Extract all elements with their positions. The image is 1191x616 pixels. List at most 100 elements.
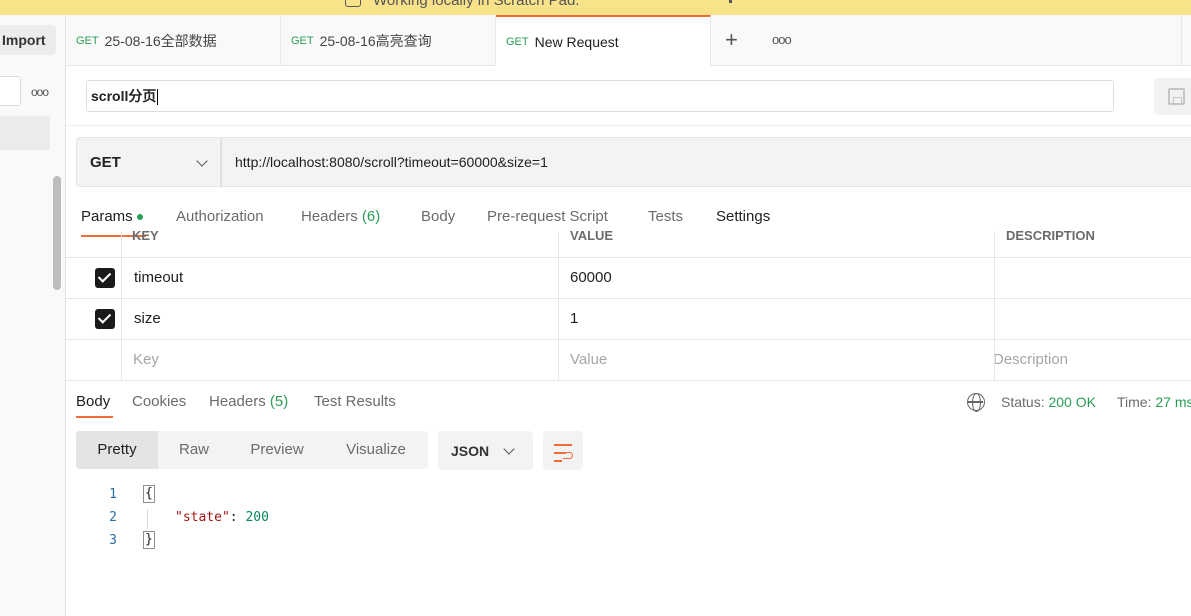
response-status[interactable]: Status: 200 OK [1001,394,1096,410]
sidebar-selected-item[interactable] [0,116,50,150]
code-line: "state": 200 [175,510,269,525]
tab-label: New Request [534,34,619,50]
response-tabs: Body Cookies Headers (5) Test Results St… [66,380,1191,418]
format-value: JSON [451,442,490,459]
save-button[interactable] [1154,78,1191,115]
code-line: { [143,485,155,503]
request-name-text: scroll分页 [91,88,157,104]
banner-text: Working locally in Scratch Pad. [373,0,580,9]
response-headers-count: (5) [269,393,289,410]
text-caret [157,89,159,106]
tab-more-icon[interactable]: ooo [772,32,792,47]
globe-icon[interactable] [967,393,985,412]
tab-headers-label: Headers [301,208,358,225]
json-colon: : [229,510,246,525]
request-name-input[interactable]: scroll分页 [86,80,1114,112]
sidebar: Import ooo [0,15,66,616]
tab-25-08-16-highlight-query[interactable]: GET 25-08-16高亮查询 [281,15,496,66]
json-key: "state" [175,510,230,525]
banner-message: Working locally in Scratch Pad. [345,0,579,9]
preview-button[interactable]: Preview [230,431,324,469]
view-mode-group: Pretty Raw Preview Visualize [76,431,428,469]
params-indicator-dot [136,214,143,221]
tab-body[interactable]: Body [421,208,455,225]
param-value-placeholder[interactable]: Value [570,351,607,368]
active-tab-underline [76,416,113,418]
column-divider [121,231,122,381]
headers-count: (6) [361,208,381,225]
tab-headers[interactable]: Headers (6) [301,208,380,225]
tab-params[interactable]: Params [81,208,143,225]
param-checkbox[interactable] [95,309,115,329]
raw-button[interactable]: Raw [158,431,230,469]
tab-authorization[interactable]: Authorization [176,208,264,225]
param-value[interactable]: 1 [570,310,578,327]
tab-method: GET [506,36,529,48]
open-brace: { [143,485,155,503]
tab-label: 25-08-16高亮查询 [319,32,432,49]
column-divider [994,231,995,381]
wrap-lines-icon-hook [563,452,573,459]
format-select[interactable]: JSON [438,431,533,470]
tab-label: 25-08-16全部数据 [104,32,217,49]
column-header-description: DESCRIPTION [1006,231,1095,243]
tab-params-label: Params [81,208,133,225]
param-value[interactable]: 60000 [570,269,612,286]
visualize-button[interactable]: Visualize [324,431,428,469]
tab-response-headers[interactable]: Headers (5) [209,393,288,410]
sidebar-scrollbar[interactable] [53,176,61,290]
tab-method: GET [76,34,99,47]
divider [66,125,1191,126]
new-tab-plus-icon[interactable]: + [725,27,738,53]
tab-new-request[interactable]: GET New Request [496,15,711,67]
time-value: 27 ms [1155,394,1191,410]
param-key[interactable]: size [134,310,161,327]
tab-settings[interactable]: Settings [716,208,770,225]
params-table: KEY VALUE DESCRIPTION timeout 60000 size… [66,231,1191,381]
chevron-down-icon [196,155,208,167]
response-body-viewer[interactable]: 1 2 3 { "state": 200 } [66,484,566,554]
code-line: } [143,531,155,549]
response-time[interactable]: Time: 27 ms [1117,394,1191,410]
column-header-value: VALUE [570,231,614,243]
param-key-placeholder[interactable]: Key [133,351,159,368]
tab-bar-divider [1181,15,1182,66]
sidebar-search-input[interactable] [0,76,21,106]
status-value: 200 OK [1048,394,1096,410]
import-button[interactable]: Import [0,25,56,55]
scratch-pad-banner: Working locally in Scratch Pad. [0,0,1191,15]
status-label: Status: [1001,394,1045,410]
wrap-lines-icon [554,444,572,446]
tab-response-cookies[interactable]: Cookies [132,393,186,410]
monitor-icon [345,0,361,8]
http-method-select[interactable]: GET [76,137,221,187]
url-input[interactable]: http://localhost:8080/scroll?timeout=600… [221,137,1191,187]
sidebar-more-icon[interactable]: ooo [31,85,49,99]
param-checkbox[interactable] [95,268,115,288]
table-row: timeout 60000 [66,257,1191,298]
tab-method: GET [291,34,314,47]
tab-tests[interactable]: Tests [648,208,683,225]
close-brace: } [143,531,155,549]
indent-guide [147,509,148,529]
request-tab-bar: GET 25-08-16全部数据 GET 25-08-16高亮查询 GET Ne… [66,15,1191,67]
url-text: http://localhost:8080/scroll?timeout=600… [235,154,548,170]
param-description-placeholder[interactable]: Description [993,351,1068,368]
table-row: size 1 [66,298,1191,339]
param-key[interactable]: timeout [134,269,183,286]
column-divider [558,231,559,381]
wrap-lines-button[interactable] [543,431,583,470]
tab-test-results[interactable]: Test Results [314,393,396,410]
table-row-new: Key Value Description [66,339,1191,380]
json-value: 200 [245,510,269,525]
line-number: 3 [109,533,117,548]
tab-response-body[interactable]: Body [76,393,110,410]
pretty-button[interactable]: Pretty [76,431,158,469]
tab-pre-request-script[interactable]: Pre-request Script [487,208,608,225]
http-method-value: GET [90,153,121,171]
wrap-lines-icon-part [554,460,562,462]
tab-25-08-16-all-data[interactable]: GET 25-08-16全部数据 [66,15,281,66]
chevron-down-icon [503,443,515,455]
banner-link-icon[interactable] [729,0,732,3]
tab-response-headers-label: Headers [209,393,266,410]
